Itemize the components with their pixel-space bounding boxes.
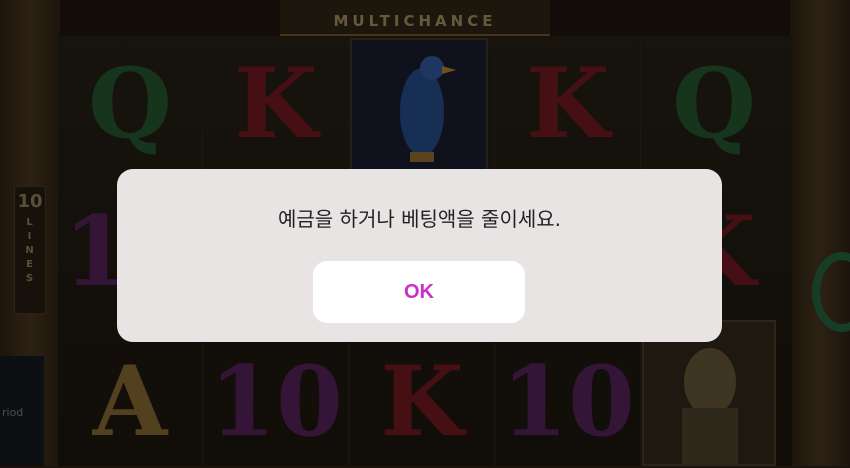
dialog-message: 예금을 하거나 베팅액을 줄이세요. bbox=[277, 207, 562, 231]
ok-button[interactable]: OK bbox=[313, 261, 525, 323]
alert-dialog: 예금을 하거나 베팅액을 줄이세요. OK bbox=[117, 169, 722, 342]
